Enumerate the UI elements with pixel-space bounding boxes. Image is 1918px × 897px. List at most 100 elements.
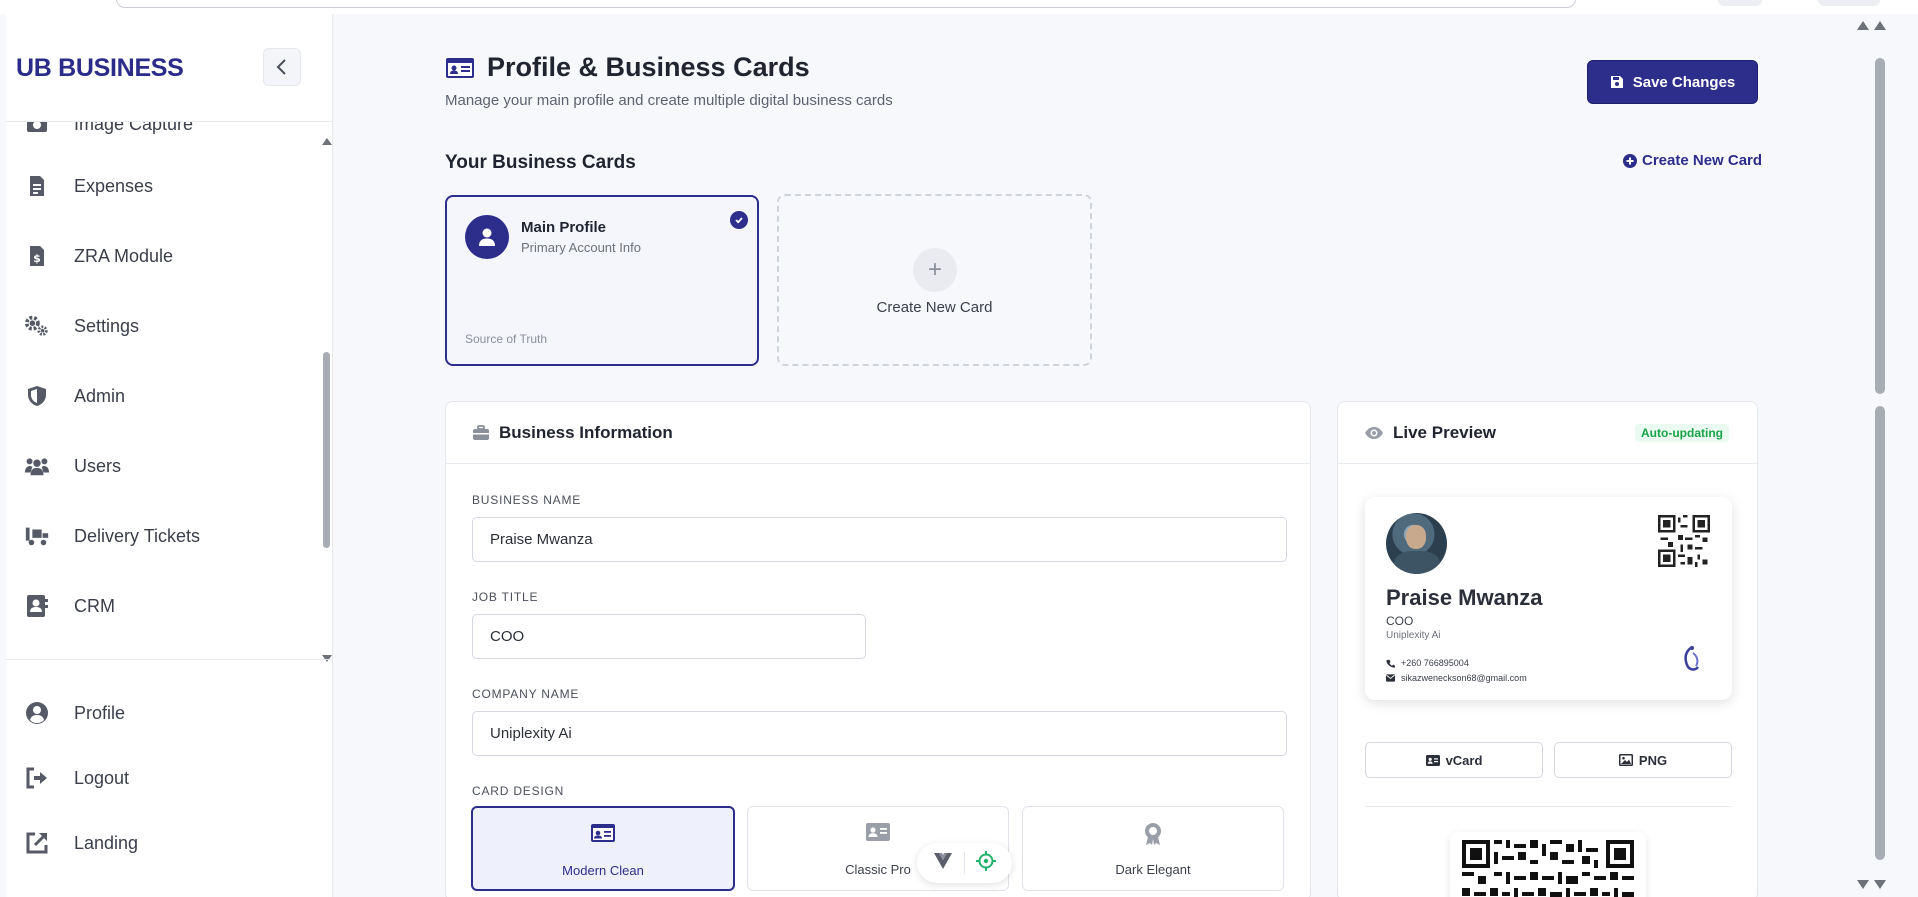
sidebar-item-label: CRM — [74, 595, 115, 616]
sidebar-item-expenses[interactable]: Expenses — [6, 161, 316, 211]
preview-phone-line: +260 766895004 — [1386, 658, 1469, 668]
sidebar-nav: Image Capture Expenses $ ZRA Module Sett… — [6, 122, 333, 662]
preview-role: COO — [1386, 614, 1414, 628]
scrollbar-thumb[interactable] — [1875, 406, 1885, 860]
plus-icon: + — [913, 248, 957, 292]
scroll-up-arrow-icon[interactable] — [322, 138, 332, 145]
main-profile-card[interactable]: Main Profile Primary Account Info Source… — [445, 195, 759, 366]
plus-circle-icon — [1623, 153, 1637, 168]
sidebar-divider — [6, 659, 333, 660]
sidebar-item-label: ZRA Module — [74, 245, 174, 266]
company-name-input[interactable]: Uniplexity Ai — [472, 711, 1287, 756]
browser-toolbar-button[interactable] — [1818, 0, 1880, 6]
shield-icon — [24, 383, 50, 409]
award-ribbon-icon — [1023, 822, 1283, 846]
preview-company: Uniplexity Ai — [1386, 630, 1441, 641]
sidebar-item-users[interactable]: Users — [6, 441, 316, 491]
tax-file-icon: $ — [24, 243, 50, 269]
logout-icon — [24, 765, 50, 791]
sidebar-item-label: Profile — [74, 702, 126, 723]
page-scrollbar[interactable] — [1857, 14, 1890, 897]
sidebar-scrollbar[interactable] — [319, 132, 333, 662]
design-option-label: Dark Elegant — [1115, 862, 1191, 877]
id-card-icon — [446, 57, 474, 78]
briefcase-icon — [473, 424, 489, 440]
sidebar-item-label: Settings — [74, 315, 140, 336]
sidebar-item-label: Delivery Tickets — [74, 525, 201, 546]
main-profile-name: Main Profile — [521, 219, 607, 236]
live-preview-panel: Live Preview Auto-updating Praise Mwanza… — [1337, 401, 1758, 897]
sidebar-item-label: Landing — [74, 832, 139, 853]
user-circle-icon — [24, 700, 50, 726]
sidebar-item-landing[interactable]: Landing — [6, 818, 316, 868]
sidebar-item-label: Admin — [74, 385, 126, 406]
receipt-icon — [24, 173, 50, 199]
scroll-up-arrow-icon[interactable] — [1857, 21, 1869, 30]
envelope-icon — [1386, 674, 1395, 682]
business-name-input[interactable]: Praise Mwanza — [472, 517, 1287, 562]
floating-toolbar — [917, 843, 1012, 883]
image-icon — [1618, 754, 1633, 766]
card-design-label: CARD DESIGN — [472, 784, 565, 798]
users-icon — [24, 453, 50, 479]
chevron-left-icon — [276, 59, 286, 75]
address-bar[interactable] — [116, 0, 1576, 8]
brand-logo-text[interactable]: UB BUSINESS — [16, 54, 184, 83]
contact-card-icon — [24, 593, 50, 619]
live-preview-title: Live Preview — [1393, 422, 1497, 442]
save-changes-button[interactable]: Save Changes — [1587, 60, 1758, 104]
collapse-sidebar-button[interactable] — [263, 48, 301, 86]
sidebar-item-label: Logout — [74, 767, 130, 788]
sidebar-item-label: Users — [74, 455, 122, 476]
sidebar-item-crm[interactable]: CRM — [6, 581, 316, 631]
preview-email-line: sikazweneckson68@gmail.com — [1386, 673, 1527, 683]
crosshair-target-icon[interactable] — [976, 850, 997, 876]
job-title-label: JOB TITLE — [472, 590, 539, 604]
sidebar-item-zra-module[interactable]: $ ZRA Module — [6, 231, 316, 281]
sidebar-item-admin[interactable]: Admin — [6, 371, 316, 421]
preview-phone: +260 766895004 — [1401, 658, 1469, 668]
sidebar-item-logout[interactable]: Logout — [6, 753, 316, 803]
design-option-dark-elegant[interactable]: Dark Elegant — [1022, 806, 1284, 891]
page-subtitle: Manage your main profile and create mult… — [445, 92, 893, 109]
external-link-icon — [24, 830, 50, 856]
sidebar-item-delivery-tickets[interactable]: Delivery Tickets — [6, 511, 316, 561]
business-cards-section-title: Your Business Cards — [445, 152, 636, 173]
sidebar-item-settings[interactable]: Settings — [6, 301, 316, 351]
page-title: Profile & Business Cards — [445, 52, 810, 83]
browser-toolbar-button[interactable] — [1718, 0, 1762, 6]
create-new-card-tile[interactable]: + Create New Card — [777, 194, 1092, 366]
sidebar: UB BUSINESS Image Capture Expenses $ ZRA… — [6, 14, 333, 897]
id-card-icon — [473, 823, 733, 843]
sidebar-item-image-capture[interactable]: Image Capture — [6, 122, 316, 149]
camera-icon — [24, 122, 50, 137]
create-new-card-tile-label: Create New Card — [876, 299, 993, 316]
main-profile-footer: Source of Truth — [465, 332, 548, 346]
sidebar-item-label: Image Capture — [74, 122, 194, 134]
job-title-input[interactable]: COO — [472, 614, 866, 659]
design-option-label: Modern Clean — [562, 863, 644, 878]
scroll-down-arrow-icon[interactable] — [1857, 880, 1869, 889]
address-card-icon — [748, 822, 1008, 842]
qr-code-icon — [1658, 515, 1710, 567]
scrollbar-thumb[interactable] — [323, 352, 330, 548]
preview-divider — [1365, 806, 1732, 807]
business-information-header: Business Information — [446, 402, 1310, 464]
create-new-card-link-label: Create New Card — [1642, 152, 1763, 169]
gears-icon — [24, 313, 50, 339]
scrollbar-thumb[interactable] — [1875, 58, 1885, 394]
scroll-up-arrow-icon[interactable] — [1874, 21, 1886, 30]
address-card-icon — [1425, 754, 1440, 766]
eye-icon — [1365, 426, 1383, 439]
auto-updating-badge: Auto-updating — [1635, 424, 1729, 442]
vue-devtools-icon[interactable] — [933, 852, 953, 875]
download-png-button[interactable]: PNG — [1554, 742, 1732, 778]
scroll-down-arrow-icon[interactable] — [1874, 880, 1886, 889]
browser-top-strip — [0, 0, 1918, 14]
download-vcard-button[interactable]: vCard — [1365, 742, 1543, 778]
design-option-modern-clean[interactable]: Modern Clean — [471, 806, 735, 891]
preview-name: Praise Mwanza — [1386, 585, 1543, 610]
sidebar-item-profile[interactable]: Profile — [6, 688, 316, 738]
create-new-card-link[interactable]: Create New Card — [1623, 152, 1762, 169]
profile-photo — [1386, 513, 1447, 574]
